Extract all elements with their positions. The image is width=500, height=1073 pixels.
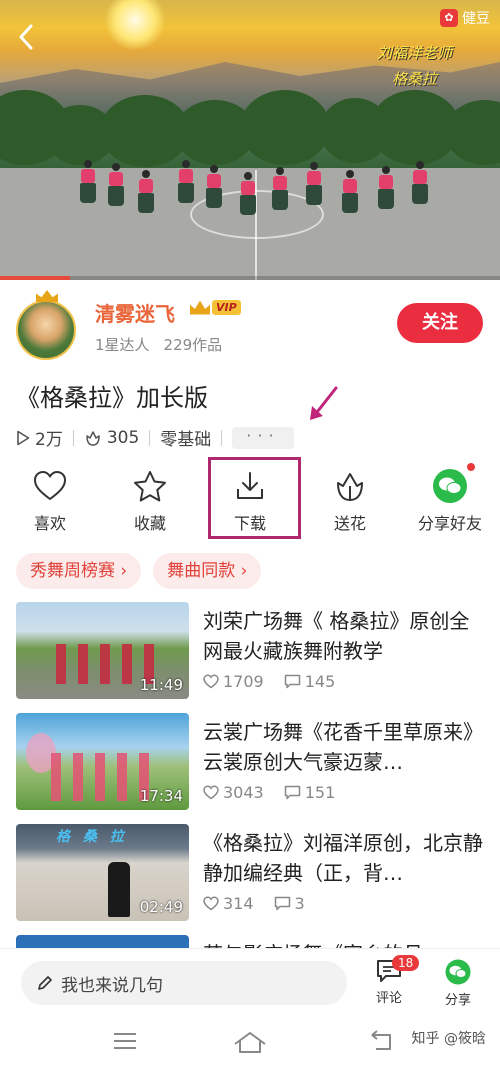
notification-dot [467, 463, 475, 471]
video-duration: 11:49 [139, 676, 183, 694]
video-thumbnail[interactable]: 11:49 [16, 602, 189, 699]
wechat-icon [445, 959, 471, 985]
heart-icon [203, 674, 219, 689]
video-thumbnail[interactable]: 17:34 [16, 713, 189, 810]
brand-logo-icon: ✿ [440, 9, 458, 27]
dancer-figure [178, 160, 194, 204]
video-title[interactable]: 云裳广场舞《花香千里草原来》云裳原创大气豪迈蒙… [203, 717, 488, 777]
video-title[interactable]: 刘荣广场舞《 格桑拉》原创全网最火藏族舞附教学 [203, 606, 488, 666]
heart-icon [34, 471, 66, 500]
teacher-name: 刘福洋老师 [376, 44, 452, 62]
favorite-button[interactable]: 收藏 [105, 462, 195, 538]
dancer-figure [306, 162, 322, 206]
dancer-figure [206, 165, 222, 209]
play-count: 2万 [16, 425, 63, 450]
video-title: 《格桑拉》加长版 [16, 384, 208, 412]
like-button[interactable]: 喜欢 [5, 462, 95, 538]
star-icon [134, 471, 166, 502]
dancer-figure [240, 172, 256, 216]
crown-icon [36, 290, 58, 302]
list-item[interactable]: 17:34 云裳广场舞《花香千里草原来》云裳原创大气豪迈蒙… 3043 151 [0, 713, 500, 813]
author-works: 229作品 [163, 336, 223, 354]
video-duration: 17:34 [139, 787, 183, 805]
favorite-label: 收藏 [133, 514, 166, 533]
back-icon[interactable] [368, 1030, 394, 1052]
dancer-figure [412, 161, 428, 205]
comment-bar: 我也来说几句 18 评论 分享 [0, 948, 500, 1019]
author-level: 1星达人 [95, 336, 150, 354]
list-item[interactable]: 格 桑 拉 02:49 《格桑拉》刘福洋原创，北京静静加编经典（正，背… 314… [0, 824, 500, 924]
like-label: 喜欢 [33, 514, 66, 533]
like-count: 305 [84, 428, 139, 448]
share-button[interactable]: 分享 [433, 959, 483, 1008]
dancer-figure [272, 167, 288, 211]
comment-icon [274, 896, 290, 911]
comment-icon [284, 674, 300, 689]
tree-line [0, 90, 500, 170]
chip-weekly-ranking[interactable]: 秀舞周榜赛 › [16, 553, 142, 589]
brand-name: 健豆 [462, 11, 490, 27]
flower-icon [337, 473, 363, 501]
brand-watermark: ✿ 健豆 [440, 8, 490, 28]
topic-chips: 秀舞周榜赛 › 舞曲同款 › [16, 553, 262, 589]
dancer-figure [138, 170, 154, 214]
annotation-arrow-icon [310, 386, 338, 420]
comment-icon [284, 785, 300, 800]
comment-input[interactable]: 我也来说几句 [21, 961, 347, 1005]
heart-icon [203, 896, 219, 911]
dancer-figure [108, 163, 124, 207]
video-meta: 3043 151 [203, 783, 335, 802]
comment-placeholder: 我也来说几句 [61, 975, 163, 996]
author-name[interactable]: 清雾迷飞 [95, 298, 175, 327]
dancer-figure [80, 160, 96, 204]
menu-icon[interactable] [112, 1030, 138, 1052]
author-stats: 1星达人 229作品 [95, 334, 222, 355]
crown-icon [190, 300, 210, 315]
video-thumbnail[interactable]: 格 桑 拉 02:49 [16, 824, 189, 921]
sun-graphic [105, 0, 165, 50]
video-progress-fill [0, 276, 70, 280]
follow-button[interactable]: 关注 [397, 303, 483, 343]
chevron-left-icon [19, 24, 33, 50]
song-name: 格桑拉 [391, 70, 437, 88]
vip-label: VIP [212, 300, 241, 315]
comment-label: 评论 [375, 991, 402, 1006]
home-icon[interactable] [233, 1030, 267, 1054]
dancer-figure [378, 166, 394, 210]
vip-badge: VIP [190, 300, 241, 315]
video-meta: 1709 145 [203, 672, 335, 691]
send-flower-label: 送花 [333, 514, 366, 533]
watermark-text: 知乎 @筱晗 [411, 1031, 486, 1047]
flower-icon [86, 430, 100, 446]
back-button[interactable] [14, 22, 42, 54]
annotation-highlight-box [208, 457, 301, 539]
video-player[interactable]: ✿ 健豆 刘福洋老师 格桑拉 [0, 0, 500, 280]
wechat-icon [433, 463, 475, 503]
comment-button[interactable]: 18 评论 [364, 955, 420, 1006]
pencil-icon [38, 976, 52, 990]
video-duration: 02:49 [139, 898, 183, 916]
avatar[interactable] [16, 300, 76, 360]
video-title[interactable]: 《格桑拉》刘福洋原创，北京静静加编经典（正，背… [203, 828, 488, 888]
video-stats: 2万 305 零基础 ··· [16, 425, 294, 450]
list-item[interactable]: 11:49 刘荣广场舞《 格桑拉》原创全网最火藏族舞附教学 1709 145 [0, 602, 500, 702]
share-friends-label: 分享好友 [417, 514, 482, 533]
chip-same-music[interactable]: 舞曲同款 › [153, 553, 262, 589]
video-caption: 刘福洋老师 格桑拉 [377, 40, 452, 92]
more-button[interactable]: ··· [232, 426, 294, 449]
heart-icon [203, 785, 219, 800]
share-label: 分享 [444, 993, 471, 1008]
video-meta: 314 3 [203, 894, 305, 913]
video-progress-bar[interactable] [0, 276, 500, 280]
level-tag: 零基础 [160, 430, 212, 450]
share-friends-button[interactable]: 分享好友 [405, 462, 495, 538]
play-icon [17, 430, 30, 445]
dancer-figure [342, 170, 358, 214]
author-row: 清雾迷飞 VIP 1星达人 229作品 关注 [0, 288, 500, 368]
send-flower-button[interactable]: 送花 [305, 462, 395, 538]
comment-count-badge: 18 [392, 955, 420, 971]
